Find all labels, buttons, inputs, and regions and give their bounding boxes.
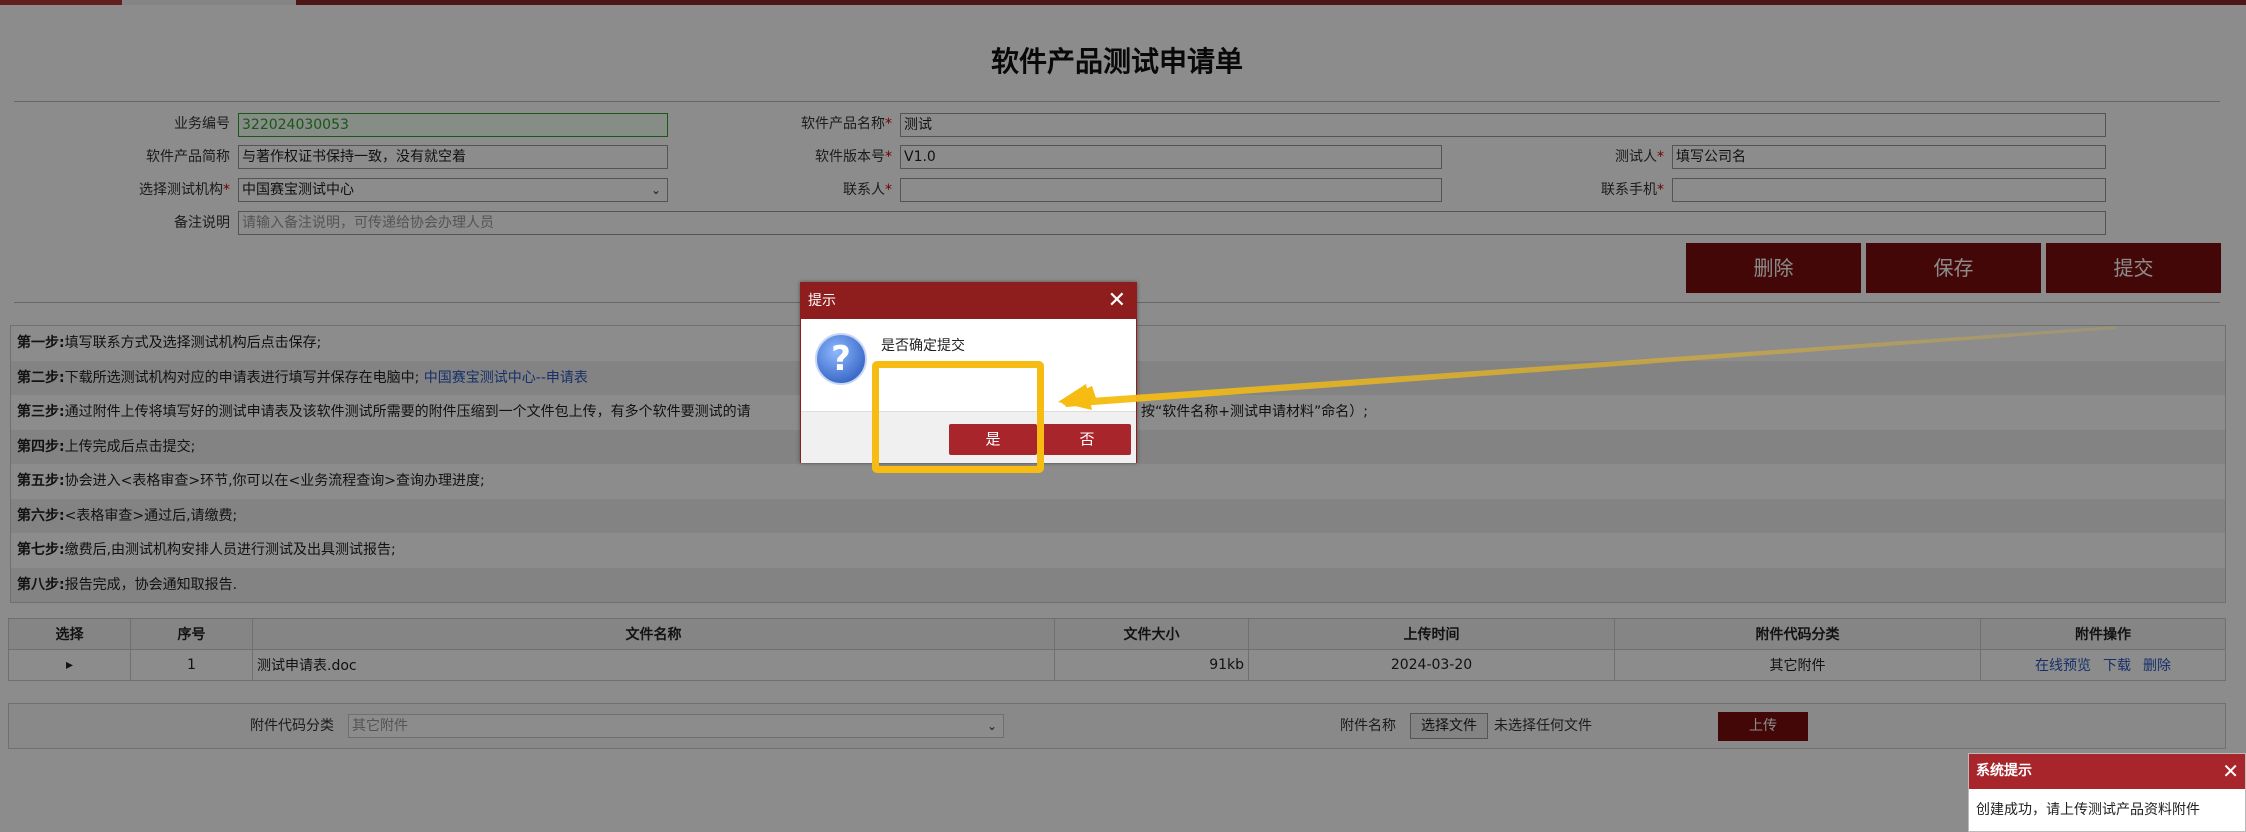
toast-title: 系统提示 — [1976, 763, 2032, 779]
toast-message: 创建成功，请上传测试产品资料附件 — [1976, 802, 2200, 818]
annotation-arrow-icon — [1058, 326, 2116, 410]
close-icon[interactable]: ✕ — [2222, 754, 2239, 789]
toast-header: 系统提示 ✕ — [1969, 754, 2245, 789]
system-toast: 系统提示 ✕ 创建成功，请上传测试产品资料附件 — [1968, 753, 2246, 832]
